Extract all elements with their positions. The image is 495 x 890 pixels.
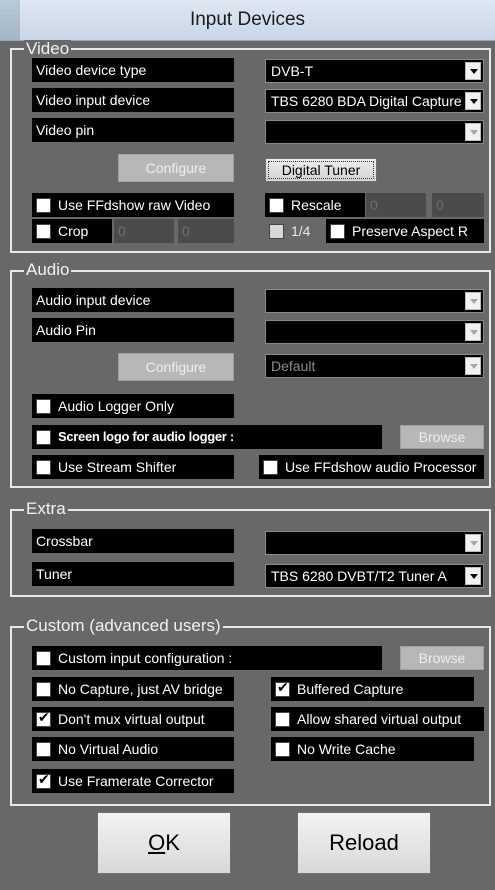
allow-shared-checkbox[interactable]: Allow shared virtual output: [271, 707, 484, 731]
chevron-down-icon[interactable]: [465, 123, 481, 141]
preserve-aspect-label: Preserve Aspect R: [352, 223, 468, 239]
ffdshow-raw-video-checkbox[interactable]: Use FFdshow raw Video: [32, 193, 234, 217]
no-write-cache-check[interactable]: [275, 742, 290, 757]
custom-browse-button[interactable]: Browse: [400, 646, 484, 670]
quarter-checkbox[interactable]: 1/4: [265, 219, 323, 243]
preserve-aspect-checkbox[interactable]: Preserve Aspect R: [326, 219, 484, 243]
rescale-checkbox[interactable]: Rescale: [265, 193, 365, 217]
audio-logger-only-label: Audio Logger Only: [58, 398, 174, 414]
crop-label: Crop: [58, 223, 89, 239]
audio-pin-select[interactable]: [265, 320, 484, 344]
rescale-check[interactable]: [269, 198, 284, 213]
video-configure-button[interactable]: Configure: [118, 154, 234, 182]
digital-tuner-button[interactable]: Digital Tuner: [265, 158, 377, 182]
no-write-cache-checkbox[interactable]: No Write Cache: [271, 737, 474, 761]
crop-check[interactable]: [36, 224, 51, 239]
rescale-width-input[interactable]: 0: [366, 193, 426, 217]
audio-logger-only-check[interactable]: [36, 399, 51, 414]
framerate-corrector-check[interactable]: [36, 772, 51, 789]
ok-label-rest: K: [165, 830, 180, 855]
no-capture-check[interactable]: [36, 682, 51, 697]
chevron-down-icon[interactable]: [465, 62, 481, 80]
quarter-label: 1/4: [291, 223, 311, 239]
chevron-down-icon[interactable]: [465, 534, 481, 552]
framerate-corrector-checkbox[interactable]: Use Framerate Corrector: [32, 769, 234, 793]
audio-configure-button[interactable]: Configure: [118, 353, 234, 381]
no-capture-label: No Capture, just AV bridge: [58, 681, 223, 697]
video-input-device-label: Video input device: [32, 88, 234, 112]
preserve-aspect-check[interactable]: [330, 224, 345, 239]
ok-button[interactable]: OK: [97, 812, 231, 874]
audio-logger-only-checkbox[interactable]: Audio Logger Only: [32, 394, 234, 418]
framerate-corrector-label: Use Framerate Corrector: [58, 773, 214, 789]
chevron-down-icon[interactable]: [465, 292, 481, 310]
audio-format-value: Default: [271, 358, 316, 374]
chevron-down-icon[interactable]: [465, 92, 481, 110]
extra-group-title: Extra: [24, 499, 68, 518]
dont-mux-label: Don't mux virtual output: [58, 711, 205, 727]
window-title: Input Devices: [189, 9, 306, 30]
crop-value-b-input[interactable]: 0: [178, 219, 234, 243]
screen-logo-check[interactable]: [36, 430, 51, 445]
no-virtual-audio-checkbox[interactable]: No Virtual Audio: [32, 737, 234, 761]
audio-group-title: Audio: [24, 260, 72, 279]
custom-input-check[interactable]: [36, 651, 51, 666]
ffdshow-raw-video-label: Use FFdshow raw Video: [58, 197, 211, 213]
video-input-device-select[interactable]: TBS 6280 BDA Digital Capture: [265, 89, 484, 113]
custom-group-title: Custom (advanced users): [24, 616, 223, 635]
video-pin-label: Video pin: [32, 118, 234, 142]
screen-logo-label: Screen logo for audio logger :: [58, 429, 234, 444]
dont-mux-checkbox[interactable]: Don't mux virtual output: [32, 707, 234, 731]
video-device-type-label: Video device type: [32, 58, 234, 82]
custom-input-label: Custom input configuration :: [58, 650, 233, 666]
rescale-label: Rescale: [291, 197, 342, 213]
stream-shifter-check[interactable]: [36, 460, 51, 475]
chevron-down-icon[interactable]: [465, 323, 481, 341]
audio-browse-button[interactable]: Browse: [400, 425, 484, 449]
video-group-title: Video: [24, 39, 72, 58]
audio-input-device-label: Audio input device: [32, 288, 234, 312]
crop-checkbox[interactable]: Crop: [32, 219, 112, 243]
video-device-type-value: DVB-T: [271, 63, 313, 79]
ffdshow-audio-checkbox[interactable]: Use FFdshow audio Processor: [259, 455, 484, 479]
tuner-label: Tuner: [32, 562, 234, 586]
stream-shifter-label: Use Stream Shifter: [58, 459, 177, 475]
stream-shifter-checkbox[interactable]: Use Stream Shifter: [32, 455, 234, 479]
ok-mnemonic: O: [148, 830, 166, 855]
no-virtual-audio-check[interactable]: [36, 742, 51, 757]
video-pin-select[interactable]: [265, 120, 484, 144]
custom-input-checkbox[interactable]: Custom input configuration :: [32, 646, 382, 670]
no-write-cache-label: No Write Cache: [297, 741, 396, 757]
crossbar-label: Crossbar: [32, 529, 234, 553]
rescale-height-input[interactable]: 0: [432, 193, 484, 217]
allow-shared-label: Allow shared virtual output: [297, 711, 462, 727]
chevron-down-icon[interactable]: [465, 567, 481, 585]
buffered-capture-check[interactable]: [275, 680, 290, 697]
ffdshow-raw-video-check[interactable]: [36, 198, 51, 213]
input-devices-window: Input Devices Video Video device type DV…: [0, 0, 495, 890]
no-virtual-audio-label: No Virtual Audio: [58, 741, 159, 757]
crossbar-select[interactable]: [265, 531, 484, 555]
audio-input-device-select[interactable]: [265, 289, 484, 313]
chevron-down-icon[interactable]: [465, 357, 481, 375]
video-input-device-value: TBS 6280 BDA Digital Capture: [271, 93, 462, 109]
tuner-select[interactable]: TBS 6280 DVBT/T2 Tuner A: [265, 564, 484, 588]
audio-format-select[interactable]: Default: [265, 354, 484, 378]
buffered-capture-label: Buffered Capture: [297, 681, 404, 697]
reload-button[interactable]: Reload: [297, 812, 431, 874]
quarter-check[interactable]: [269, 224, 284, 239]
tuner-value: TBS 6280 DVBT/T2 Tuner A: [271, 568, 447, 584]
dont-mux-check[interactable]: [36, 710, 51, 727]
audio-pin-label: Audio Pin: [32, 318, 234, 342]
ffdshow-audio-label: Use FFdshow audio Processor: [285, 459, 477, 475]
buffered-capture-checkbox[interactable]: Buffered Capture: [271, 677, 474, 701]
screen-logo-checkbox[interactable]: Screen logo for audio logger :: [32, 425, 382, 449]
crop-value-a-input[interactable]: 0: [114, 219, 174, 243]
no-capture-checkbox[interactable]: No Capture, just AV bridge: [32, 677, 234, 701]
ffdshow-audio-check[interactable]: [263, 460, 278, 475]
title-bar: Input Devices: [0, 0, 495, 41]
allow-shared-check[interactable]: [275, 712, 290, 727]
video-device-type-select[interactable]: DVB-T: [265, 59, 484, 83]
